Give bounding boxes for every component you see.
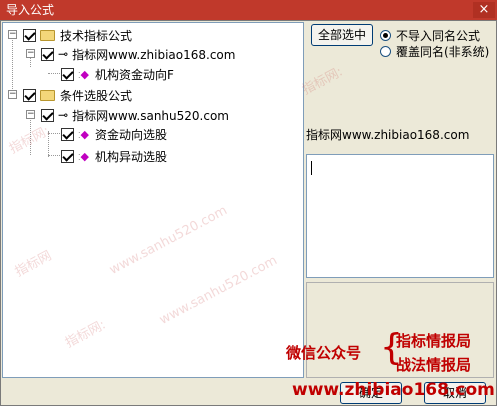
checkbox[interactable] <box>23 88 36 102</box>
collapse-toggle[interactable]: − <box>26 110 35 119</box>
watermark: www.sanhu520.com <box>157 253 280 328</box>
tree-line <box>12 35 13 95</box>
formula-icon: ⁚◆ <box>78 67 90 81</box>
watermark: 指标网: <box>62 317 109 352</box>
formula-icon: ⁚◆ <box>78 127 90 141</box>
tree-node-stock-selection[interactable]: 条件选股公式 <box>23 86 132 104</box>
folder-icon <box>40 29 55 41</box>
close-button[interactable]: × <box>473 2 495 18</box>
tree-node-label: 资金动向选股 <box>95 127 168 142</box>
watermark: 指标网: <box>6 123 53 158</box>
formula-tree[interactable]: − 技术指标公式 − ⊸ 指标网www.zhibiao168.com ⁚◆ 机构… <box>2 22 304 378</box>
tree-line <box>48 73 62 74</box>
tree-node-formula[interactable]: ⁚◆ 机构异动选股 <box>61 147 167 165</box>
radio-label: 不导入同名公式 <box>396 29 481 43</box>
tree-node-zhibiao168[interactable]: ⊸ 指标网www.zhibiao168.com <box>41 45 235 63</box>
radio-no-import[interactable]: 不导入同名公式 <box>380 27 480 44</box>
formula-info-label: 指标网www.zhibiao168.com <box>306 128 470 142</box>
tree-node-label: 技术指标公式 <box>60 28 133 43</box>
checkbox[interactable] <box>41 47 54 61</box>
radio-overwrite[interactable]: 覆盖同名(非系统) <box>380 43 489 60</box>
tree-node-label: 条件选股公式 <box>60 88 133 103</box>
checkbox[interactable] <box>61 149 74 163</box>
tree-line <box>48 155 62 156</box>
checkbox[interactable] <box>23 28 36 42</box>
collapse-toggle[interactable]: − <box>8 30 17 39</box>
checkbox[interactable] <box>61 127 74 141</box>
watermark: www.sanhu520.com <box>107 203 230 278</box>
formula-icon: ⁚◆ <box>78 149 90 163</box>
tree-node-label: 指标网www.zhibiao168.com <box>72 47 236 62</box>
formula-description-box[interactable] <box>306 154 494 278</box>
tree-node-tech-formulas[interactable]: 技术指标公式 <box>23 26 132 44</box>
tree-node-label: 机构资金动向F <box>95 67 174 82</box>
checkbox[interactable] <box>61 67 74 81</box>
radio-label: 覆盖同名(非系统) <box>396 45 490 59</box>
tree-node-label: 指标网www.sanhu520.com <box>72 108 229 123</box>
collapse-toggle[interactable]: − <box>8 90 17 99</box>
tree-node-formula[interactable]: ⁚◆ 机构资金动向F <box>61 65 174 83</box>
key-icon: ⊸ <box>58 47 69 61</box>
tree-node-formula[interactable]: ⁚◆ 资金动向选股 <box>61 125 167 143</box>
key-icon: ⊸ <box>58 108 69 122</box>
promo-url: www.zhibiao168.com <box>292 380 495 400</box>
window-title: 导入公式 <box>6 3 55 17</box>
tree-node-label: 机构异动选股 <box>95 149 168 164</box>
promo-wechat: 微信公众号 <box>286 344 362 362</box>
promo-line-2: 战法情报局 <box>396 356 472 374</box>
collapse-toggle[interactable]: − <box>26 49 35 58</box>
radio-indicator[interactable] <box>380 46 391 57</box>
text-caret <box>311 161 312 175</box>
tree-node-sanhu520[interactable]: ⊸ 指标网www.sanhu520.com <box>41 106 229 124</box>
title-bar: 导入公式 × <box>0 0 497 20</box>
watermark: 指标网 <box>12 248 55 281</box>
radio-indicator[interactable] <box>380 30 391 41</box>
promo-line-1: 指标情报局 <box>396 332 472 350</box>
select-all-button[interactable]: 全部选中 <box>311 24 373 46</box>
folder-icon <box>40 89 55 101</box>
